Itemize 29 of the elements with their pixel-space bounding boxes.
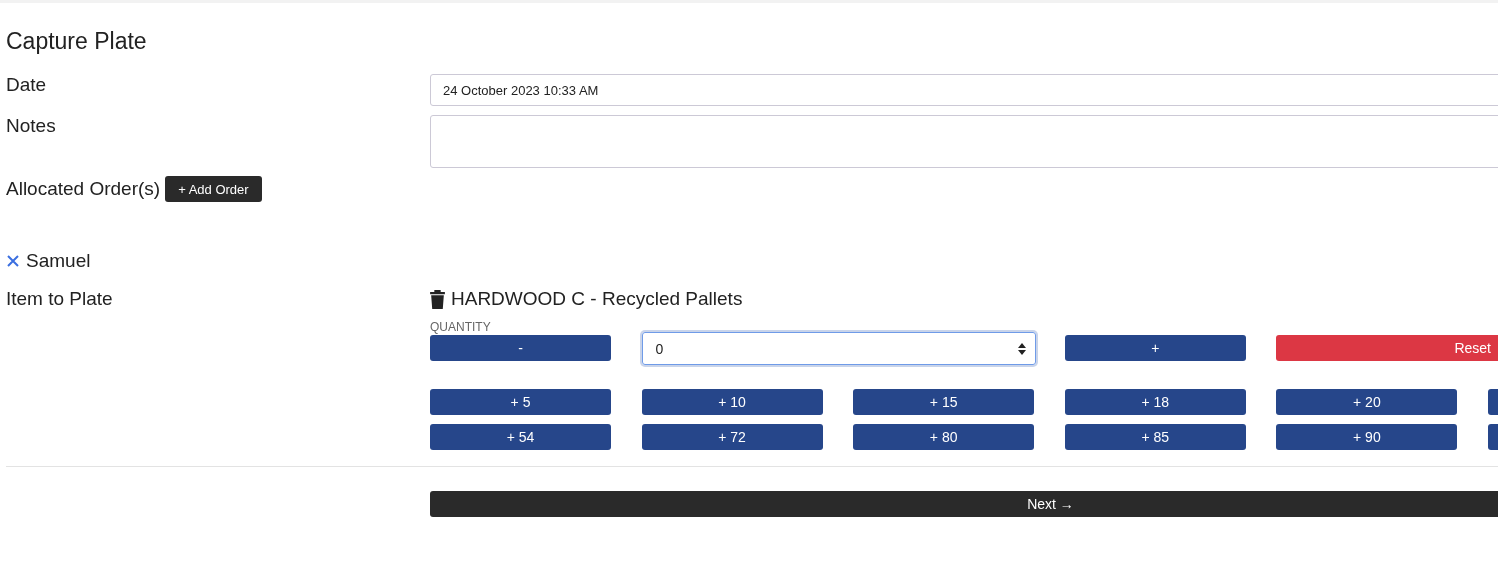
quick-add-button[interactable]: + 54 — [430, 424, 611, 450]
quick-add-button[interactable]: + 5 — [430, 389, 611, 415]
trash-icon[interactable] — [430, 289, 445, 309]
quantity-field[interactable]: 0 — [641, 332, 1036, 365]
field-label: Item to Plate — [6, 288, 114, 311]
increment-button[interactable]: + — [1064, 335, 1246, 361]
field-label: Date — [6, 74, 48, 97]
quick-add-button[interactable]: + 10 — [641, 389, 823, 415]
quick-add-button[interactable]: + 85 — [1064, 424, 1246, 450]
quantity-label: QUANTITY — [430, 320, 492, 334]
item-name: HARDWOOD C - Recycled Pallets — [451, 288, 743, 310]
reset-button[interactable]: Reset — [1276, 335, 1498, 361]
decrement-button[interactable]: - — [430, 335, 611, 361]
field-label: Notes — [6, 115, 57, 138]
quick-add-button[interactable]: + 90 — [1276, 424, 1458, 450]
quick-add-button[interactable]: + 18 — [1064, 389, 1246, 415]
date-field[interactable]: 24 October 2023 10:33 AM — [430, 74, 1498, 106]
spinner-icon[interactable] — [1016, 341, 1027, 356]
quick-add-button[interactable]: + 80 — [853, 424, 1035, 450]
quick-add-button[interactable]: + 72 — [641, 424, 823, 450]
quick-add-button[interactable]: + 20 — [1276, 389, 1458, 415]
page-title: Capture Plate — [6, 27, 148, 55]
remove-icon[interactable] — [7, 255, 19, 267]
next-button[interactable]: Next → — [430, 491, 1498, 517]
add-order-button[interactable]: + Add Order — [165, 176, 262, 202]
quick-add-button[interactable]: + 15 — [853, 389, 1035, 415]
field-label: Allocated Order(s) — [6, 178, 161, 200]
notes-field[interactable] — [430, 115, 1498, 168]
order-name: Samuel — [26, 250, 91, 272]
